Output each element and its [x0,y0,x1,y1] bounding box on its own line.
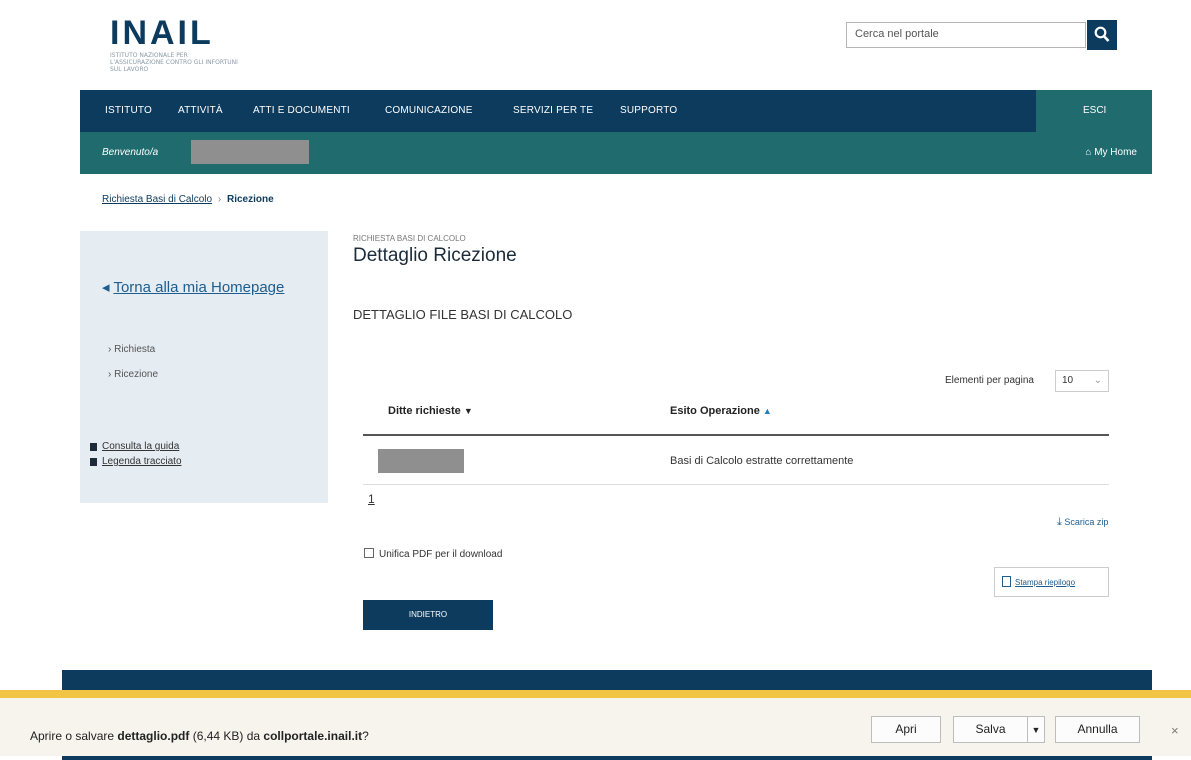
nav-servizi[interactable]: SERVIZI PER TE [513,105,593,116]
home-icon: ⌂ [1085,147,1092,158]
section-title: DETTAGLIO FILE BASI DI CALCOLO [353,307,573,322]
main-nav: ISTITUTO ATTIVITÀ ATTI E DOCUMENTI COMUN… [80,90,1152,132]
back-home-link[interactable]: ◂ Torna alla mia Homepage [102,278,284,296]
nav-attivita[interactable]: ATTIVITÀ [178,105,223,116]
sidebar: ◂ Torna alla mia Homepage › Richiesta › … [80,231,328,503]
sidebar-item-label: Richiesta [114,344,156,355]
welcome-label: Benvenuto/a [102,147,159,158]
merge-pdf-checkbox[interactable] [364,548,374,558]
sidebar-item-label: Ricezione [114,369,159,380]
page-title: Dettaglio Ricezione [353,245,517,266]
per-page-value: 10 [1062,375,1074,386]
download-icon: ⤓ [1057,516,1062,528]
download-message-suffix: ? [362,729,369,743]
nav-istituto[interactable]: ISTITUTO [105,105,152,116]
breadcrumb-separator: › [217,194,222,205]
download-message-prefix: Aprire o salvare [30,729,118,743]
sort-up-icon: ▲ [762,406,772,416]
search-icon [1094,26,1110,42]
inail-logo[interactable]: INAIL [110,14,214,53]
cancel-button[interactable]: Annulla [1055,716,1140,743]
caret-left-icon: ◂ [102,279,110,296]
search-button[interactable] [1087,20,1117,50]
column-label: Esito Operazione [670,405,760,417]
sidebar-item-ricezione[interactable]: › Ricezione [108,369,158,380]
my-home-label: My Home [1094,147,1137,158]
table-header-divider [363,434,1109,436]
chevron-down-icon: ⌄ [1093,375,1102,386]
save-button[interactable]: Salva [953,716,1028,743]
download-zip-link[interactable]: ⤓ Scarica zip [1057,516,1108,529]
column-header-esito[interactable]: Esito Operazione ▲ [670,405,772,417]
save-options-button[interactable]: ▼ [1027,716,1045,743]
back-home-label: Torna alla mia Homepage [113,279,285,296]
book-icon [90,443,97,451]
merge-pdf-label: Unifica PDF per il download [379,549,503,560]
download-message-size: (6,44 KB) da [189,729,264,743]
download-filename: dettaglio.pdf [117,729,190,743]
download-notification-bar: Aprire o salvare dettaglio.pdf (6,44 KB)… [0,690,1191,756]
nav-atti-documenti[interactable]: ATTI E DOCUMENTI [253,105,350,116]
per-page-label: Elementi per pagina [945,375,1034,386]
print-report-label: Stampa riepilogo [1015,578,1076,587]
column-header-ditte[interactable]: Ditte richieste ▼ [388,405,473,417]
back-button[interactable]: INDIETRO [363,600,493,630]
breadcrumb-link[interactable]: Richiesta Basi di Calcolo [102,194,212,205]
close-icon[interactable]: × [1171,723,1179,738]
guide-link[interactable]: Consulta la guida [90,441,179,452]
nav-comunicazione[interactable]: COMUNICAZIONE [385,105,473,116]
page-kicker: RICHIESTA BASI DI CALCOLO [353,234,466,243]
logo-subtitle: ISTITUTO NAZIONALE PER L'ASSICURAZIONE C… [110,52,238,73]
column-label: Ditte richieste [388,405,461,417]
download-message: Aprire o salvare dettaglio.pdf (6,44 KB)… [30,729,369,743]
breadcrumb-current: Ricezione [226,194,274,205]
search-input[interactable]: Cerca nel portale [846,22,1086,48]
legend-label: Legenda tracciato [102,456,182,467]
document-icon [1002,576,1011,587]
per-page-select[interactable]: 10 ⌄ [1055,370,1109,392]
download-host: collportale.inail.it [263,729,363,743]
table-row-divider [363,484,1109,485]
nav-supporto[interactable]: SUPPORTO [620,105,677,116]
logout-label: ESCI [1083,105,1107,116]
download-zip-label: Scarica zip [1064,517,1109,527]
sort-down-icon: ▼ [463,406,473,416]
sidebar-item-richiesta[interactable]: › Richiesta [108,344,155,355]
pagination-page[interactable]: 1 [368,492,375,506]
merge-pdf-option[interactable]: Unifica PDF per il download [364,548,502,560]
caret-down-icon: ▼ [1031,725,1041,735]
print-report-button[interactable]: Stampa riepilogo [994,567,1109,597]
legend-link[interactable]: Legenda tracciato [90,456,182,467]
welcome-bar: Benvenuto/a ⌂ My Home [80,132,1152,174]
table-cell-esito: Basi di Calcolo estratte correttamente [670,455,854,467]
guide-label: Consulta la guida [102,441,180,452]
breadcrumb: Richiesta Basi di Calcolo › Ricezione [102,194,274,205]
redacted-user-name [191,140,309,164]
my-home-link[interactable]: ⌂ My Home [1085,147,1137,158]
redacted-company-name [378,449,464,473]
open-button[interactable]: Apri [871,716,941,743]
book-icon [90,458,97,466]
logout-button[interactable]: ESCI [1036,90,1152,132]
